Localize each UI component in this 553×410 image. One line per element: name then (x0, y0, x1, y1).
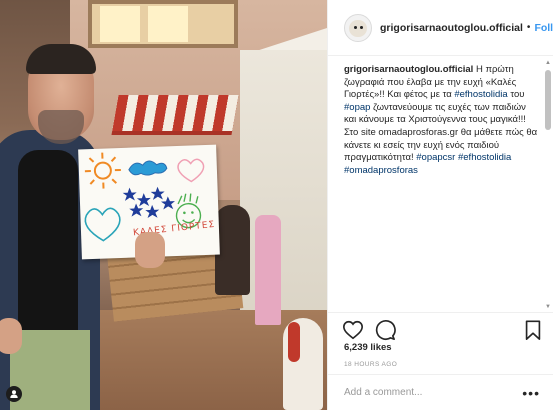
man-hand (0, 318, 22, 354)
child-figure (215, 205, 250, 295)
cloud-doodle (128, 160, 168, 176)
hashtag-link[interactable]: #efhostolidia (458, 152, 511, 163)
hashtag-link[interactable]: #efhostolidia (454, 89, 507, 100)
white-playhouse (240, 50, 327, 350)
post-side-panel: grigorisarnaoutoglou.official • Follow g… (327, 0, 553, 410)
follow-button[interactable]: Follow (534, 22, 553, 34)
avatar-eye (354, 25, 357, 29)
username-link[interactable]: grigorisarnaoutoglou.official (380, 22, 523, 34)
bookmark-icon[interactable] (522, 319, 544, 341)
caption-text: του (507, 89, 525, 101)
hashtag-link[interactable]: #opapcsr (416, 152, 455, 163)
post-caption: grigorisarnaoutoglou.official Η πρώτη ζω… (344, 64, 540, 177)
caption-container[interactable]: grigorisarnaoutoglou.official Η πρώτη ζω… (344, 64, 540, 310)
person-icon[interactable] (6, 386, 22, 402)
comment-bar: ••• (328, 374, 553, 410)
avatar[interactable] (344, 13, 372, 42)
likes-count[interactable]: 6,239 likes (344, 342, 392, 353)
window-pane (148, 6, 188, 42)
hashtag-link[interactable]: #opap (344, 102, 370, 113)
separator-dot: • (526, 22, 531, 33)
rocking-horse-mane (288, 322, 300, 362)
heart-icon[interactable] (342, 319, 364, 341)
sun-doodle (84, 152, 121, 189)
scroll-thumb[interactable] (545, 70, 551, 130)
man-trousers (10, 330, 90, 410)
striped-awning (111, 95, 239, 135)
stars-doodle (122, 186, 175, 219)
more-options-button[interactable]: ••• (522, 385, 540, 401)
caption-username[interactable]: grigorisarnaoutoglou.official (344, 64, 473, 75)
scroll-down-arrow-icon[interactable]: ▼ (545, 304, 551, 310)
comment-input[interactable] (344, 387, 523, 398)
avatar-dog (349, 19, 367, 37)
caption-scrollbar[interactable]: ▲ ▼ (545, 60, 551, 310)
hashtag-link[interactable]: #omadaprosforas (344, 165, 418, 176)
pink-chair (255, 215, 281, 325)
man-hair (26, 44, 96, 74)
post-header: grigorisarnaoutoglou.official • Follow (328, 0, 553, 56)
man-shirt (18, 150, 78, 350)
scroll-up-arrow-icon[interactable]: ▲ (545, 60, 551, 66)
person-icon-glyph (10, 390, 18, 398)
heart-doodle (177, 158, 205, 183)
window-pane (100, 6, 140, 42)
comment-icon[interactable] (374, 319, 396, 341)
action-bar (328, 312, 553, 346)
man-hand (135, 232, 165, 268)
avatar-eye (360, 25, 363, 29)
post-photo[interactable]: ΚΑΛΕΣ ΓΙΟΡΤΕΣ (0, 0, 327, 410)
post-timestamp[interactable]: 18 HOURS AGO (344, 361, 397, 368)
heart-doodle (84, 207, 121, 242)
